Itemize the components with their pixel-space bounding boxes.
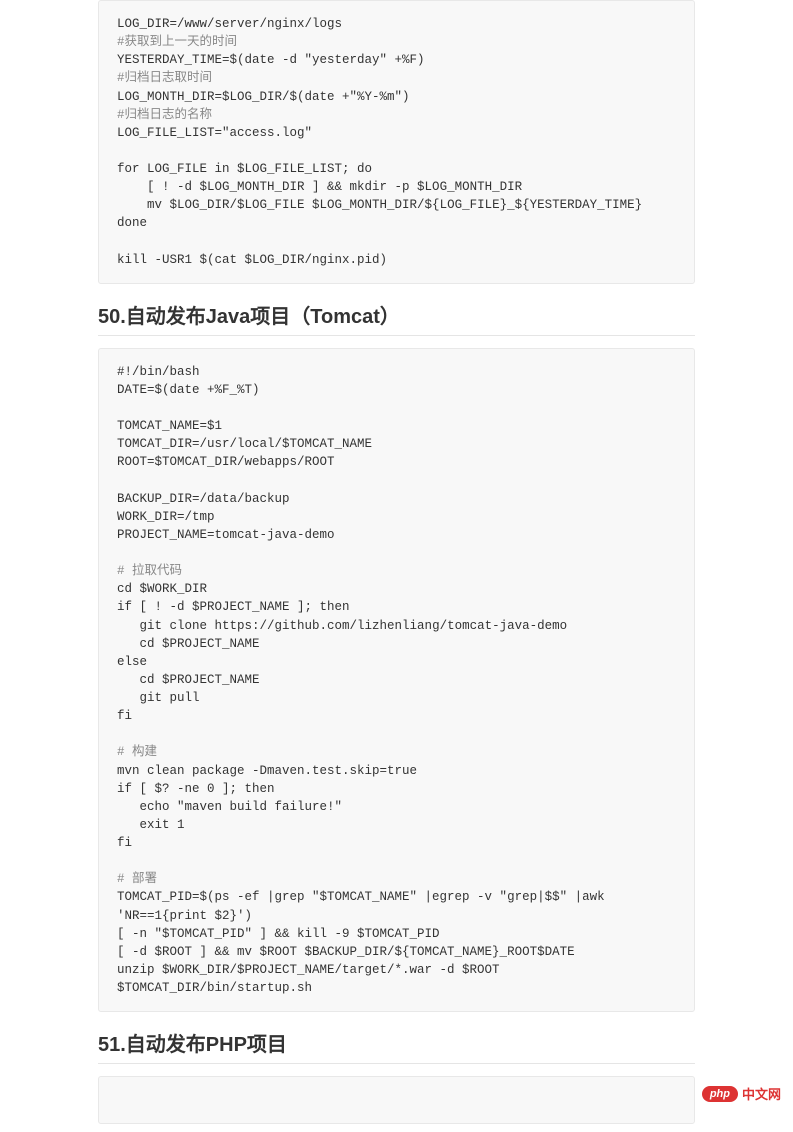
code-block-2: #!/bin/bash DATE=$(date +%F_%T) TOMCAT_N… — [98, 348, 695, 1012]
code-block-3 — [98, 1076, 695, 1124]
heading-50: 50.自动发布Java项目（Tomcat） — [98, 300, 695, 336]
code-block-1: LOG_DIR=/www/server/nginx/logs #获取到上一天的时… — [98, 0, 695, 284]
watermark: php 中文网 — [702, 1084, 781, 1103]
heading-51: 51.自动发布PHP项目 — [98, 1028, 695, 1064]
document-page: LOG_DIR=/www/server/nginx/logs #获取到上一天的时… — [0, 0, 793, 1124]
watermark-badge: php — [702, 1086, 738, 1102]
watermark-label: 中文网 — [742, 1084, 781, 1103]
